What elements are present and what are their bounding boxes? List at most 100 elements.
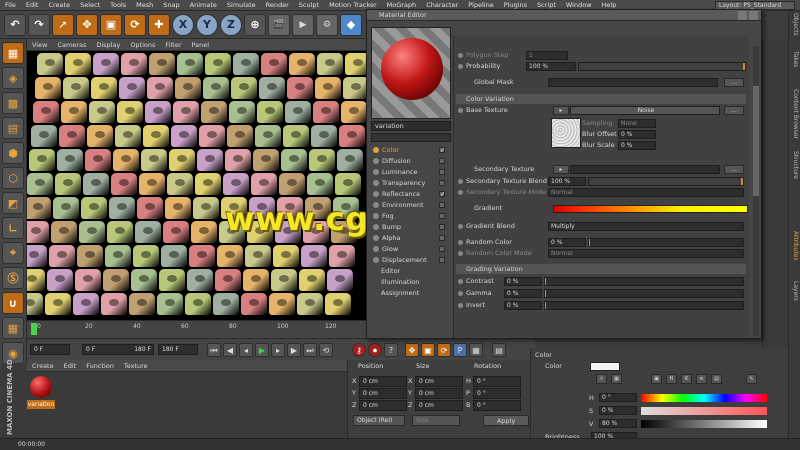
scene-object[interactable]: [343, 77, 367, 99]
color-variation-section[interactable]: Color Variation: [456, 94, 746, 104]
scene-object[interactable]: [297, 293, 323, 315]
scene-object[interactable]: [201, 101, 227, 123]
gradient-editor[interactable]: [553, 205, 748, 213]
axis-mode-button[interactable]: ∟: [2, 217, 24, 239]
scene-object[interactable]: [115, 125, 141, 147]
coord-pos-field[interactable]: 0 cm: [359, 388, 407, 399]
secondary-blend-field[interactable]: 100 %: [548, 177, 586, 186]
scene-object[interactable]: [157, 293, 183, 315]
live-select-button[interactable]: ➚: [52, 13, 74, 36]
coord-pos-field[interactable]: 0 cm: [359, 400, 407, 411]
coordinate-mode-select[interactable]: Object (Rel): [353, 415, 405, 426]
scene-object[interactable]: [27, 293, 43, 315]
menu-sculpt[interactable]: Sculpt: [294, 0, 324, 11]
prev-frame-button[interactable]: ◂: [239, 342, 253, 357]
gamma-field[interactable]: 0 %: [504, 289, 542, 298]
scene-object[interactable]: [119, 77, 145, 99]
saturation-field[interactable]: 0 %: [599, 406, 637, 415]
hue-slider[interactable]: [641, 394, 767, 402]
scene-object[interactable]: [131, 269, 157, 291]
scene-object[interactable]: [83, 173, 109, 195]
viewport-menu-panel[interactable]: Panel: [187, 39, 215, 51]
scene-object[interactable]: [145, 101, 171, 123]
material-menu-edit[interactable]: Edit: [59, 360, 82, 372]
scene-object[interactable]: [215, 269, 241, 291]
scene-object[interactable]: [217, 245, 243, 267]
scene-object[interactable]: [197, 149, 223, 171]
menu-animate[interactable]: Animate: [185, 0, 222, 11]
scene-object[interactable]: [307, 173, 333, 195]
grading-variation-section[interactable]: Grading Variation: [456, 264, 746, 274]
invert-anim-dot[interactable]: [458, 303, 463, 308]
channel-environment[interactable]: Environment: [373, 200, 449, 210]
menu-file[interactable]: File: [0, 0, 21, 11]
scene-object[interactable]: [223, 173, 249, 195]
blur-offset-field[interactable]: 0 %: [618, 130, 656, 139]
make-editable-button[interactable]: ▦: [2, 42, 24, 64]
scene-object[interactable]: [233, 53, 259, 75]
contrast-slider[interactable]: [544, 277, 744, 286]
secondary-texture-slot[interactable]: [570, 165, 720, 174]
apply-button[interactable]: Apply: [483, 415, 529, 426]
sampling-field[interactable]: None: [618, 119, 656, 128]
scene-object[interactable]: [327, 269, 353, 291]
magnet-button[interactable]: ∪: [2, 292, 24, 314]
menu-render[interactable]: Render: [261, 0, 294, 11]
scene-object[interactable]: [269, 293, 295, 315]
scene-object[interactable]: [167, 173, 193, 195]
scene-object[interactable]: [141, 149, 167, 171]
scene-object[interactable]: [51, 221, 77, 243]
channel-glow[interactable]: Glow: [373, 244, 449, 254]
channel-checkbox[interactable]: [439, 235, 445, 241]
probability-slider[interactable]: [578, 62, 746, 71]
scene-object[interactable]: [33, 101, 59, 123]
channel-filter[interactable]: [371, 133, 451, 142]
global-mask-slot[interactable]: [548, 78, 718, 87]
scene-object[interactable]: [27, 245, 47, 267]
scene-object[interactable]: [273, 245, 299, 267]
key-rotation-button[interactable]: ⟳: [437, 342, 451, 357]
scene-object[interactable]: [35, 77, 61, 99]
channel-checkbox[interactable]: [439, 169, 445, 175]
scene-object[interactable]: [163, 221, 189, 243]
scene-object[interactable]: [169, 149, 195, 171]
secondary-texture-menu-arrow[interactable]: ▸: [553, 165, 569, 174]
scene-object[interactable]: [213, 293, 239, 315]
channel-bump[interactable]: Bump: [373, 222, 449, 232]
material-thumbnail[interactable]: [30, 376, 52, 398]
gradient-blend-anim-dot[interactable]: [458, 224, 463, 229]
scene-object[interactable]: [63, 77, 89, 99]
scene-object[interactable]: [27, 197, 51, 219]
scene-object[interactable]: [139, 173, 165, 195]
scene-object[interactable]: [229, 101, 255, 123]
invert-slider[interactable]: [544, 301, 744, 310]
side-tab-attributes[interactable]: Attributes: [792, 231, 799, 261]
scene-object[interactable]: [281, 149, 307, 171]
menu-mesh[interactable]: Mesh: [131, 0, 158, 11]
material-editor-scrollbar[interactable]: [753, 46, 759, 336]
workplane-button[interactable]: ▤: [2, 117, 24, 139]
side-tab-layers[interactable]: Layers: [792, 281, 799, 301]
polygon-step-field[interactable]: 1: [526, 51, 568, 60]
contrast-field[interactable]: 0 %: [504, 277, 542, 286]
scene-object[interactable]: [147, 77, 173, 99]
channel-luminance[interactable]: Luminance: [373, 167, 449, 177]
viewport-3d[interactable]: [27, 51, 367, 320]
scene-object[interactable]: [279, 173, 305, 195]
coord-size-field[interactable]: 0 cm: [415, 400, 463, 411]
side-tab-objects[interactable]: Objects: [792, 13, 799, 36]
channel-checkbox[interactable]: [439, 246, 445, 252]
base-texture-anim-dot[interactable]: [458, 108, 463, 113]
axis-z-button[interactable]: Z: [220, 13, 242, 36]
scene-object[interactable]: [335, 173, 361, 195]
scene-object[interactable]: [121, 53, 147, 75]
scene-object[interactable]: [345, 53, 367, 75]
secondary-mode-select[interactable]: Normal: [548, 188, 744, 197]
scene-object[interactable]: [91, 77, 117, 99]
material-manager-list[interactable]: [27, 372, 347, 438]
channel-checkbox[interactable]: [439, 224, 445, 230]
saturation-slider[interactable]: [641, 407, 767, 415]
color-swatch[interactable]: [590, 362, 620, 371]
scene-object[interactable]: [77, 245, 103, 267]
random-color-anim-dot[interactable]: [458, 240, 463, 245]
